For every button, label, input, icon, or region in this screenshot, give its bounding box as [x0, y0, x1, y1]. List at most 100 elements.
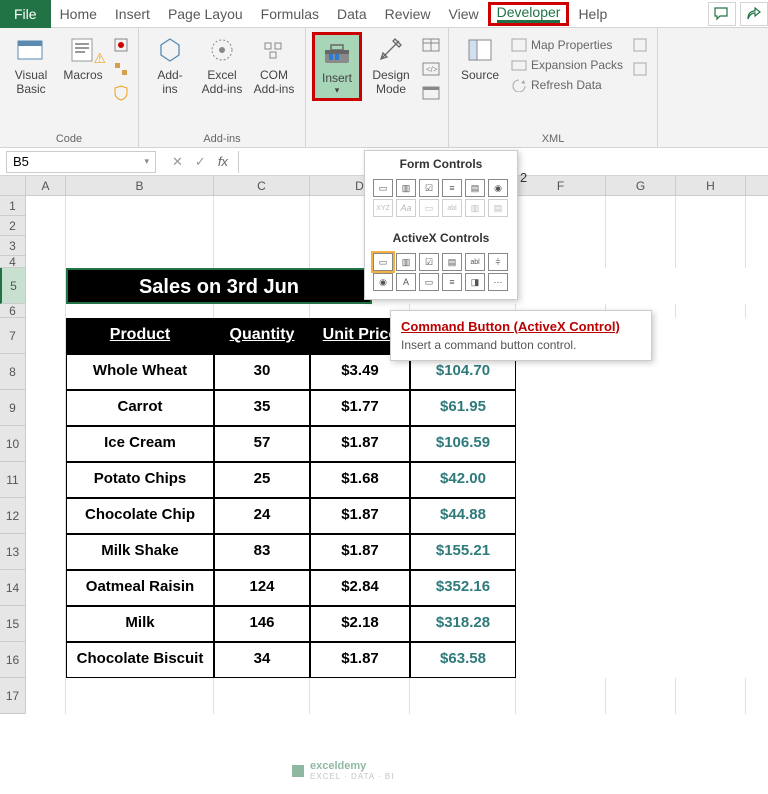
empty-cell[interactable]: [676, 196, 746, 216]
col-header-h[interactable]: H: [676, 176, 746, 195]
table-cell[interactable]: 124: [214, 570, 310, 606]
import-icon[interactable]: [629, 34, 651, 56]
table-cell[interactable]: $1.87: [310, 426, 410, 462]
empty-cell[interactable]: [410, 678, 516, 714]
tab-insert[interactable]: Insert: [106, 2, 159, 26]
table-cell[interactable]: 25: [214, 462, 310, 498]
table-cell[interactable]: Chocolate Chip: [66, 498, 214, 534]
row-header[interactable]: 7: [0, 318, 26, 354]
empty-cell[interactable]: [676, 678, 746, 714]
table-cell[interactable]: $2.18: [310, 606, 410, 642]
empty-cell[interactable]: [606, 256, 676, 268]
empty-cell[interactable]: [66, 256, 214, 268]
form-frame-icon[interactable]: ▭: [419, 199, 439, 217]
empty-cell[interactable]: [66, 216, 214, 236]
row-header[interactable]: 14: [0, 570, 26, 606]
row-header[interactable]: 13: [0, 534, 26, 570]
row-header[interactable]: 16: [0, 642, 26, 678]
insert-controls-button[interactable]: Insert ▾: [312, 32, 362, 101]
table-cell[interactable]: $1.87: [310, 498, 410, 534]
source-button[interactable]: Source: [455, 32, 505, 84]
col-header-c[interactable]: C: [214, 176, 310, 195]
table-cell[interactable]: Potato Chips: [66, 462, 214, 498]
table-header[interactable]: Quantity: [214, 318, 310, 354]
addins-button[interactable]: Add- ins: [145, 32, 195, 99]
table-cell[interactable]: $1.68: [310, 462, 410, 498]
cancel-icon[interactable]: ✕: [172, 154, 183, 170]
form-combo2-icon[interactable]: ▥: [465, 199, 485, 217]
table-header[interactable]: Product: [66, 318, 214, 354]
run-dialog-icon[interactable]: [420, 82, 442, 104]
tab-data[interactable]: Data: [328, 2, 376, 26]
table-cell[interactable]: $155.21: [410, 534, 516, 570]
table-cell[interactable]: $352.16: [410, 570, 516, 606]
form-list-icon[interactable]: ▤: [465, 179, 485, 197]
empty-cell[interactable]: [516, 256, 606, 268]
activex-spin-icon[interactable]: ≡: [442, 273, 462, 291]
row-header[interactable]: 8: [0, 354, 26, 390]
macros-button[interactable]: Macros ⚠: [58, 32, 108, 84]
select-all-corner[interactable]: [0, 176, 26, 195]
table-cell[interactable]: Ice Cream: [66, 426, 214, 462]
table-cell[interactable]: 35: [214, 390, 310, 426]
empty-cell[interactable]: [214, 236, 310, 256]
macro-security-icon[interactable]: [110, 82, 132, 104]
table-cell[interactable]: 146: [214, 606, 310, 642]
activex-option-icon[interactable]: ◉: [373, 273, 393, 291]
empty-cell[interactable]: [516, 236, 606, 256]
tab-home[interactable]: Home: [51, 2, 106, 26]
col-header-g[interactable]: G: [606, 176, 676, 195]
view-code-icon[interactable]: </>: [420, 58, 442, 80]
empty-cell[interactable]: [26, 256, 66, 268]
empty-cell[interactable]: [66, 678, 214, 714]
tab-view[interactable]: View: [440, 2, 488, 26]
tab-page-layout[interactable]: Page Layou: [159, 2, 252, 26]
empty-cell[interactable]: [214, 678, 310, 714]
table-cell[interactable]: $61.95: [410, 390, 516, 426]
row-header[interactable]: 15: [0, 606, 26, 642]
table-cell[interactable]: Oatmeal Raisin: [66, 570, 214, 606]
empty-cell[interactable]: [26, 678, 66, 714]
row-header[interactable]: 1: [0, 196, 26, 216]
empty-cell[interactable]: [516, 216, 606, 236]
table-cell[interactable]: $44.88: [410, 498, 516, 534]
form-option-icon[interactable]: ◉: [488, 179, 508, 197]
record-macro-icon[interactable]: [110, 34, 132, 56]
empty-cell[interactable]: [516, 678, 606, 714]
row-header[interactable]: 4: [0, 256, 26, 268]
empty-cell[interactable]: [214, 216, 310, 236]
empty-cell[interactable]: [66, 304, 214, 318]
visual-basic-button[interactable]: Visual Basic: [6, 32, 56, 99]
empty-cell[interactable]: [66, 236, 214, 256]
table-cell[interactable]: $2.84: [310, 570, 410, 606]
table-cell[interactable]: $63.58: [410, 642, 516, 678]
empty-cell[interactable]: [516, 196, 606, 216]
empty-cell[interactable]: [676, 236, 746, 256]
activex-more-icon[interactable]: ⋯: [488, 273, 508, 291]
activex-command-button[interactable]: ▭: [373, 253, 393, 271]
activex-combo-icon[interactable]: ▥: [396, 253, 416, 271]
empty-cell[interactable]: [606, 678, 676, 714]
enter-icon[interactable]: ✓: [195, 154, 206, 170]
form-label-icon[interactable]: Aa: [396, 199, 416, 217]
empty-cell[interactable]: [606, 216, 676, 236]
activex-list-icon[interactable]: ▤: [442, 253, 462, 271]
table-cell[interactable]: 34: [214, 642, 310, 678]
form-spin-icon[interactable]: ≡: [442, 179, 462, 197]
form-button-icon[interactable]: ▭: [373, 179, 393, 197]
map-properties-button[interactable]: Map Properties: [507, 36, 627, 54]
table-cell[interactable]: $1.77: [310, 390, 410, 426]
form-check-icon[interactable]: ☑: [419, 179, 439, 197]
refresh-data-button[interactable]: Refresh Data: [507, 76, 627, 94]
form-scroll-icon[interactable]: ▤: [488, 199, 508, 217]
row-header[interactable]: 9: [0, 390, 26, 426]
row-header[interactable]: 17: [0, 678, 26, 714]
comments-icon[interactable]: [708, 2, 736, 26]
table-title[interactable]: Sales on 3rd Jun: [66, 268, 372, 304]
table-cell[interactable]: 30: [214, 354, 310, 390]
table-cell[interactable]: $1.87: [310, 642, 410, 678]
excel-addins-button[interactable]: Excel Add-ins: [197, 32, 247, 99]
tab-help[interactable]: Help: [569, 2, 616, 26]
empty-cell[interactable]: [26, 196, 66, 216]
table-cell[interactable]: Milk Shake: [66, 534, 214, 570]
